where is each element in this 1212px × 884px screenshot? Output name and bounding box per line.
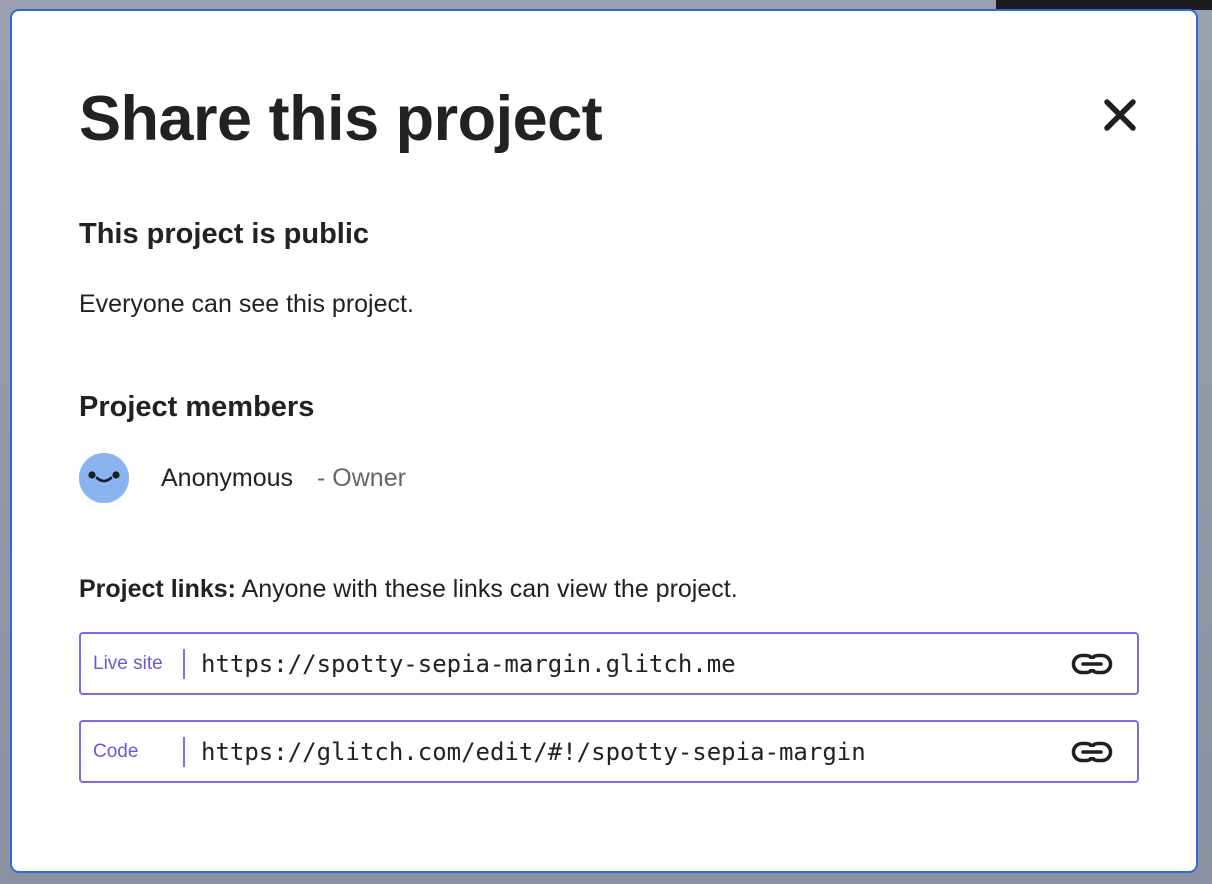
visibility-description: Everyone can see this project.: [79, 290, 414, 318]
links-intro-label: Project links:: [79, 575, 236, 603]
dialog-title: Share this project: [79, 84, 603, 154]
share-project-dialog: Share this project This project is publi…: [10, 9, 1198, 873]
members-heading: Project members: [79, 391, 315, 423]
member-name[interactable]: Anonymous: [161, 464, 293, 493]
live-site-url-input[interactable]: [201, 643, 1067, 684]
code-label: Code: [81, 736, 185, 767]
links-intro-text: Anyone with these links can view the pro…: [236, 575, 738, 603]
avatar[interactable]: [79, 453, 129, 503]
close-icon: [1104, 99, 1136, 131]
copy-code-link-button[interactable]: [1067, 732, 1117, 772]
links-intro: Project links: Anyone with these links c…: [79, 573, 738, 605]
code-link-field: Code: [79, 720, 1139, 783]
member-item: Anonymous - Owner: [79, 452, 406, 504]
copy-live-site-link-button[interactable]: [1067, 644, 1117, 684]
close-button[interactable]: [1098, 93, 1142, 137]
member-role: - Owner: [317, 463, 406, 492]
live-site-label: Live site: [81, 648, 185, 679]
anonymous-avatar-icon: [79, 453, 129, 503]
visibility-heading: This project is public: [79, 218, 370, 250]
link-icon: [1071, 653, 1113, 674]
link-icon: [1071, 741, 1113, 762]
code-url-input[interactable]: [201, 731, 1067, 772]
live-site-link-field: Live site: [79, 632, 1139, 695]
